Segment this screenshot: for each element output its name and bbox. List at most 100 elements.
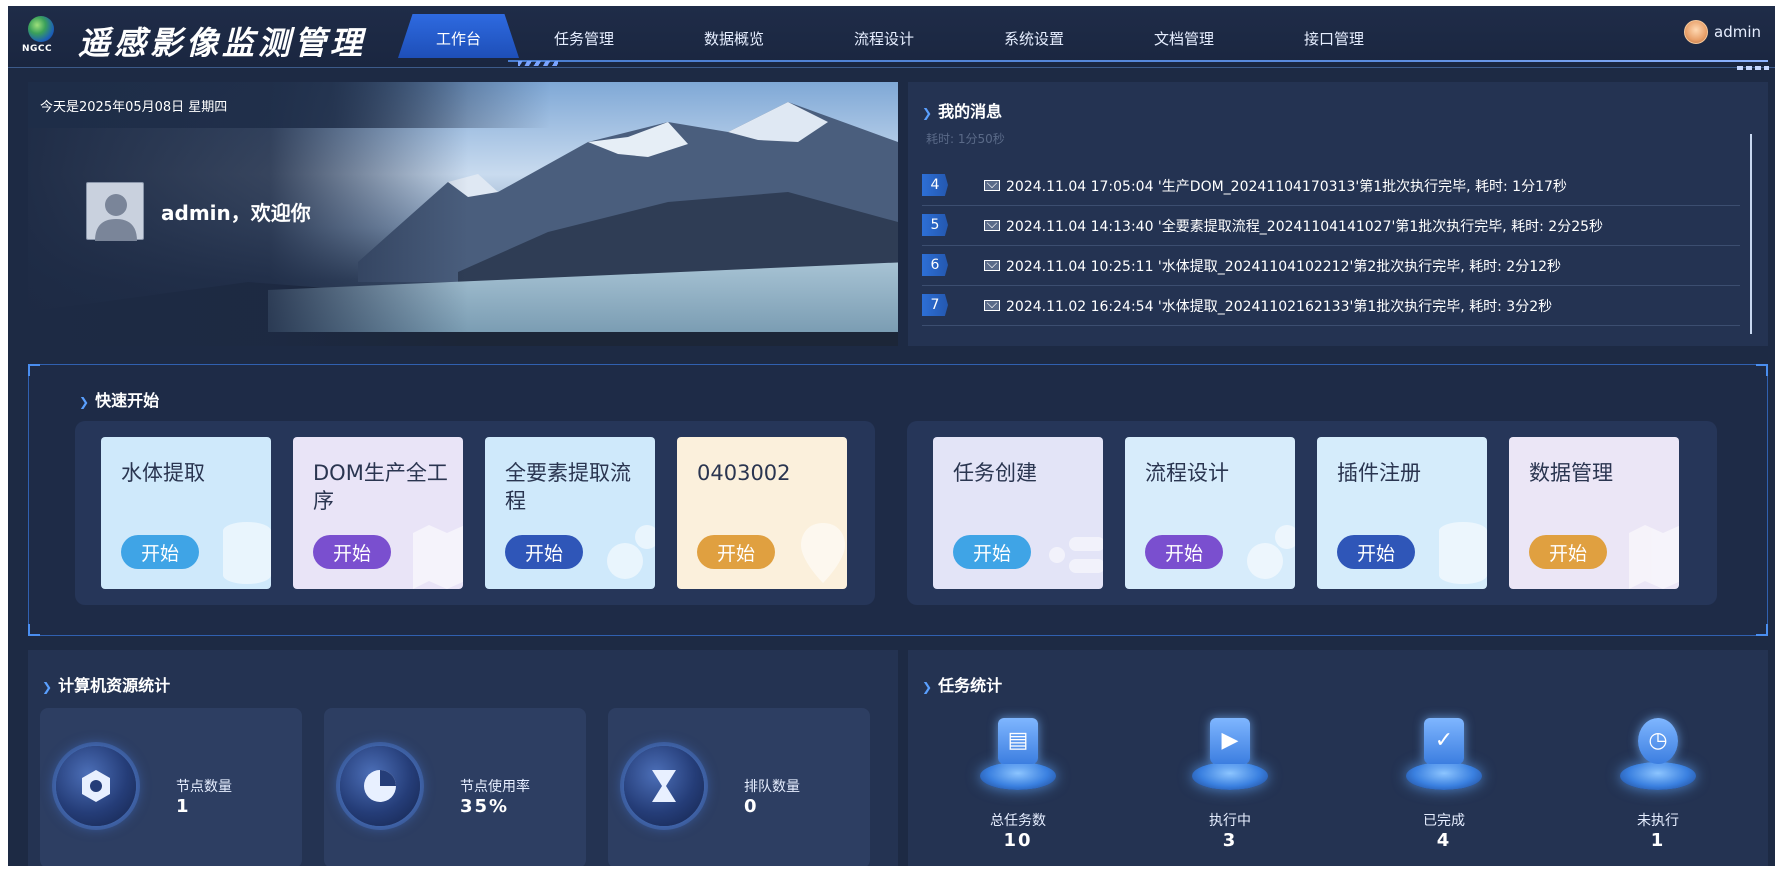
start-button[interactable]: 开始: [1337, 535, 1415, 569]
message-item[interactable]: 4 2024.11.04 17:05:04 '生产DOM_20241104170…: [922, 166, 1740, 206]
quick-card-0403002[interactable]: 0403002 开始: [677, 437, 847, 589]
nav-tab-document-management[interactable]: 文档管理: [1154, 28, 1214, 49]
resource-queue-count: 排队数量 0: [608, 708, 870, 866]
resource-value: 35%: [460, 796, 510, 817]
clipboard-icon: ▤: [998, 718, 1038, 764]
quick-card-data-management[interactable]: 数据管理 开始: [1509, 437, 1679, 589]
start-button[interactable]: 开始: [1145, 535, 1223, 569]
message-item[interactable]: 5 2024.11.04 14:13:40 '全要素提取流程_202411041…: [922, 206, 1740, 246]
message-item[interactable]: 7 2024.11.02 16:24:54 '水体提取_202411021621…: [922, 286, 1740, 326]
tasks-title: ❯ 任务统计: [922, 676, 1003, 695]
message-number-badge: 4: [922, 174, 948, 196]
start-button[interactable]: 开始: [313, 535, 391, 569]
start-button[interactable]: 开始: [953, 535, 1031, 569]
database-icon: [1439, 522, 1487, 584]
date-bar: 今天是2025年05月08日 星期四: [28, 82, 898, 128]
quick-start-workflows: 水体提取 开始 DOM生产全工序 开始 全要素提取流程 开始 0403002 开…: [75, 421, 875, 605]
mail-icon: [984, 220, 1000, 231]
chevron-right-icon: ❯: [922, 680, 933, 694]
quick-card-plugin-register[interactable]: 插件注册 开始: [1317, 437, 1487, 589]
mail-icon: [984, 260, 1000, 271]
message-number-badge: 7: [922, 294, 948, 316]
user-name[interactable]: admin: [1714, 23, 1761, 41]
app-window: NGCC 遥感影像监测管理 工作台 任务管理 数据概览 流程设计 系统设置 文档…: [8, 6, 1775, 866]
quick-card-water-extraction[interactable]: 水体提取 开始: [101, 437, 271, 589]
nav-tab-workbench[interactable]: 工作台: [398, 14, 520, 58]
user-menu[interactable]: admin: [1684, 20, 1761, 44]
card-title: 水体提取: [121, 461, 205, 485]
mail-icon: [984, 180, 1000, 191]
resource-value: 1: [176, 796, 191, 817]
stat-value: 1: [1650, 830, 1666, 851]
message-text: 2024.11.04 17:05:04 '生产DOM_2024110417031…: [1006, 179, 1567, 195]
chevron-right-icon: ❯: [79, 395, 90, 409]
top-bar: NGCC 遥感影像监测管理 工作台 任务管理 数据概览 流程设计 系统设置 文档…: [8, 6, 1775, 68]
corner-decoration: [1756, 624, 1768, 636]
task-statistics-panel: ❯ 任务统计 ▤ 总任务数 10 ▶ 执行中 3 ✓ 已完成 4 ◷ 未执行 1: [908, 650, 1768, 866]
card-title: DOM生产全工序: [313, 461, 448, 513]
resource-node-count: 节点数量 1: [40, 708, 302, 866]
nav-tab-interface-management[interactable]: 接口管理: [1304, 28, 1364, 49]
message-scrollbar[interactable]: [1750, 134, 1752, 334]
quick-card-dom-production[interactable]: DOM生产全工序 开始: [293, 437, 463, 589]
quick-card-process-design[interactable]: 流程设计 开始: [1125, 437, 1295, 589]
messages-panel: ❯ 我的消息 耗时: 1分50秒 4 2024.11.04 17:05:04 '生…: [908, 82, 1768, 346]
start-button[interactable]: 开始: [505, 535, 583, 569]
nav-tab-process-design[interactable]: 流程设计: [854, 28, 914, 49]
quick-start-title: ❯ 快速开始: [79, 391, 160, 410]
chevron-right-icon: ❯: [922, 106, 933, 120]
map-icon: [1629, 525, 1679, 589]
ngcc-logo: NGCC: [22, 14, 62, 60]
quick-card-task-create[interactable]: 任务创建 开始: [933, 437, 1103, 589]
database-icon: [223, 522, 271, 584]
pie-chart-icon: [340, 746, 420, 826]
welcome-banner: 今天是2025年05月08日 星期四 admin，欢迎你: [28, 82, 898, 346]
resource-value: 0: [744, 796, 759, 817]
avatar: [86, 182, 144, 241]
stat-not-executed: ◷ 未执行 1: [1598, 718, 1718, 866]
card-title: 流程设计: [1145, 461, 1229, 485]
globe-icon: [28, 16, 54, 42]
welcome-greeting: admin，欢迎你: [161, 201, 311, 225]
stat-label: 总任务数: [990, 813, 1046, 829]
chevron-right-icon: ❯: [42, 680, 53, 694]
nav-tab-task-management[interactable]: 任务管理: [554, 28, 614, 49]
nav-tab-system-settings[interactable]: 系统设置: [1004, 28, 1064, 49]
user-avatar-icon[interactable]: [1684, 20, 1708, 44]
quick-start-system: 任务创建 开始 流程设计 开始 插件注册 开始 数据管理 开始: [907, 421, 1717, 605]
mail-icon: [984, 300, 1000, 311]
stat-value: 10: [1003, 830, 1033, 851]
start-button[interactable]: 开始: [697, 535, 775, 569]
stat-label: 未执行: [1637, 813, 1679, 829]
card-title: 数据管理: [1529, 461, 1613, 485]
message-item[interactable]: 6 2024.11.04 10:25:11 '水体提取_202411041022…: [922, 246, 1740, 286]
corner-decoration: [28, 364, 40, 376]
clock-icon: ◷: [1638, 718, 1678, 764]
current-date: 今天是2025年05月08日 星期四: [40, 100, 228, 115]
shield-check-icon: ✓: [1424, 718, 1464, 764]
corner-decoration: [1756, 364, 1768, 376]
messages-title: ❯ 我的消息: [922, 102, 1003, 121]
card-title: 任务创建: [953, 461, 1037, 485]
stat-total-tasks: ▤ 总任务数 10: [958, 718, 1078, 866]
stat-value: 4: [1436, 830, 1452, 851]
card-title: 全要素提取流程: [505, 461, 631, 513]
app-title: 遥感影像监测管理: [78, 24, 367, 62]
message-faded-text: 耗时: 1分50秒: [926, 132, 1005, 146]
stat-value: 3: [1222, 830, 1238, 851]
hourglass-icon: [624, 746, 704, 826]
resources-title: ❯ 计算机资源统计: [42, 676, 171, 695]
logo-text: NGCC: [22, 44, 53, 54]
corner-decoration: [28, 624, 40, 636]
calendar-play-icon: ▶: [1210, 718, 1250, 764]
pedestal-decoration: [1620, 762, 1696, 796]
pedestal-decoration: [1406, 762, 1482, 796]
start-button[interactable]: 开始: [121, 535, 199, 569]
quick-card-full-element-extraction[interactable]: 全要素提取流程 开始: [485, 437, 655, 589]
gear-icon: [1247, 525, 1295, 579]
start-button[interactable]: 开始: [1529, 535, 1607, 569]
message-text: 2024.11.04 10:25:11 '水体提取_20241104102212…: [1006, 259, 1562, 275]
message-text: 2024.11.02 16:24:54 '水体提取_20241102162133…: [1006, 299, 1553, 315]
nav-tab-data-overview[interactable]: 数据概览: [704, 28, 764, 49]
computer-resources-panel: ❯ 计算机资源统计 节点数量 1 节点使用率 35% 排队数量 0: [28, 650, 898, 866]
